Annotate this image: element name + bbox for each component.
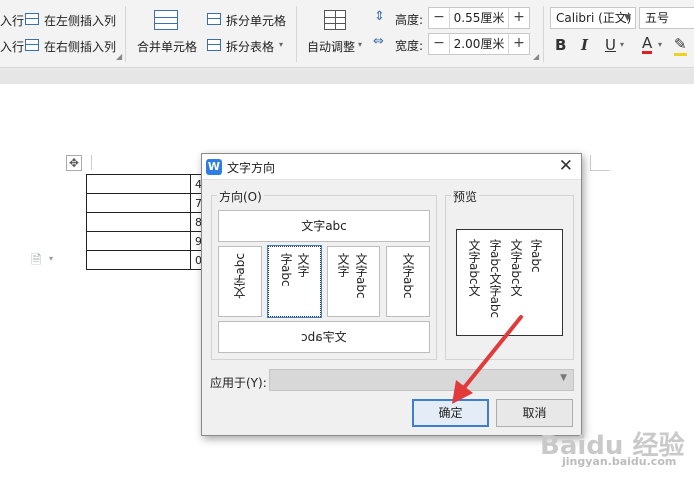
watermark-url: jingyan.baidu.com (562, 455, 677, 468)
annotation-arrow (452, 315, 523, 404)
